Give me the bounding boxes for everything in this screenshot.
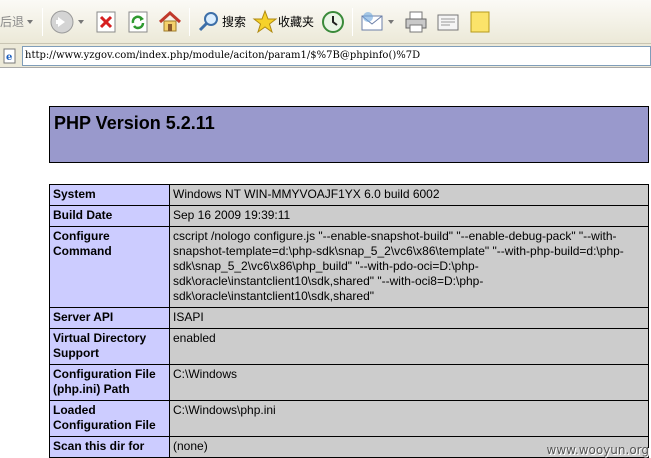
history-icon bbox=[322, 10, 345, 33]
svg-text:e: e bbox=[6, 52, 12, 63]
row-key: Loaded Configuration File bbox=[49, 400, 170, 437]
edit-button[interactable] bbox=[432, 4, 464, 40]
address-bar: e http://www.yzgov.com/index.php/module/… bbox=[0, 44, 651, 68]
table-row: Build Date Sep 16 2009 19:39:11 bbox=[49, 205, 649, 227]
back-dropdown-arrow-icon[interactable] bbox=[27, 19, 34, 24]
url-input[interactable]: http://www.yzgov.com/index.php/module/ac… bbox=[22, 45, 651, 66]
edit-icon bbox=[437, 14, 459, 30]
search-button[interactable]: 搜索 bbox=[193, 4, 249, 40]
print-icon bbox=[405, 11, 427, 32]
toolbar-separator bbox=[352, 7, 354, 36]
php-version-header: PHP Version 5.2.11 bbox=[49, 106, 649, 163]
row-value: enabled bbox=[169, 328, 649, 365]
browser-toolbar: 后退 搜索 收藏夹 bbox=[0, 0, 651, 44]
table-row: System Windows NT WIN-MMYVOAJF1YX 6.0 bui… bbox=[49, 184, 649, 206]
page-title: PHP Version 5.2.11 bbox=[54, 113, 215, 133]
forward-dropdown-arrow-icon[interactable] bbox=[78, 19, 85, 24]
stop-icon bbox=[96, 11, 116, 32]
forward-button[interactable] bbox=[46, 4, 90, 40]
forward-arrow-icon bbox=[50, 10, 74, 33]
phpinfo-table: System Windows NT WIN-MMYVOAJF1YX 6.0 bui… bbox=[49, 184, 649, 458]
favorites-label: 收藏夹 bbox=[278, 15, 315, 29]
row-key: Virtual Directory Support bbox=[49, 328, 170, 365]
home-button[interactable] bbox=[154, 4, 186, 40]
table-row: Server API ISAPI bbox=[49, 307, 649, 329]
favorites-button[interactable]: 收藏夹 bbox=[249, 4, 317, 40]
note-icon bbox=[470, 11, 490, 32]
stop-button[interactable] bbox=[90, 4, 122, 40]
row-key: Scan this dir for bbox=[49, 436, 170, 458]
row-key: System bbox=[49, 184, 170, 206]
refresh-icon bbox=[128, 11, 148, 32]
page-content: PHP Version 5.2.11 System Windows NT WIN-… bbox=[0, 69, 651, 458]
back-label: 后退 bbox=[0, 15, 25, 29]
back-button[interactable]: 后退 bbox=[0, 4, 39, 40]
row-value: ISAPI bbox=[169, 307, 649, 329]
mail-icon bbox=[361, 11, 383, 30]
row-value: Sep 16 2009 19:39:11 bbox=[169, 205, 649, 227]
print-button[interactable] bbox=[400, 4, 432, 40]
url-text: http://www.yzgov.com/index.php/module/ac… bbox=[25, 50, 421, 61]
refresh-button[interactable] bbox=[122, 4, 154, 40]
row-value: C:\Windows bbox=[169, 364, 649, 401]
table-row: Configuration File (php.ini) Path C:\Wind… bbox=[49, 364, 649, 401]
row-key: Configure Command bbox=[49, 226, 170, 308]
ie-page-icon: e bbox=[3, 48, 16, 63]
home-icon bbox=[159, 10, 182, 31]
watermark: www.wooyun.org bbox=[546, 443, 649, 457]
toolbar-separator bbox=[189, 7, 191, 36]
phpinfo-rows: System Windows NT WIN-MMYVOAJF1YX 6.0 bui… bbox=[49, 184, 649, 458]
mail-button[interactable] bbox=[356, 4, 400, 40]
search-label: 搜索 bbox=[222, 15, 247, 29]
table-row: Loaded Configuration File C:\Windows\php.… bbox=[49, 400, 649, 437]
table-row: Configure Command cscript /nologo configu… bbox=[49, 226, 649, 308]
row-key: Build Date bbox=[49, 205, 170, 227]
favorites-star-icon bbox=[252, 9, 278, 33]
note-button[interactable] bbox=[464, 4, 496, 40]
mail-dropdown-arrow-icon[interactable] bbox=[388, 19, 395, 24]
row-key: Server API bbox=[49, 307, 170, 329]
table-row: Virtual Directory Support enabled bbox=[49, 328, 649, 365]
search-icon bbox=[198, 11, 219, 31]
toolbar-separator bbox=[42, 7, 44, 36]
row-value: Windows NT WIN-MMYVOAJF1YX 6.0 build 600… bbox=[169, 184, 649, 206]
history-button[interactable] bbox=[317, 4, 349, 40]
row-value: C:\Windows\php.ini bbox=[169, 400, 649, 437]
row-key: Configuration File (php.ini) Path bbox=[49, 364, 170, 401]
row-value: cscript /nologo configure.js "--enable-s… bbox=[169, 226, 649, 308]
